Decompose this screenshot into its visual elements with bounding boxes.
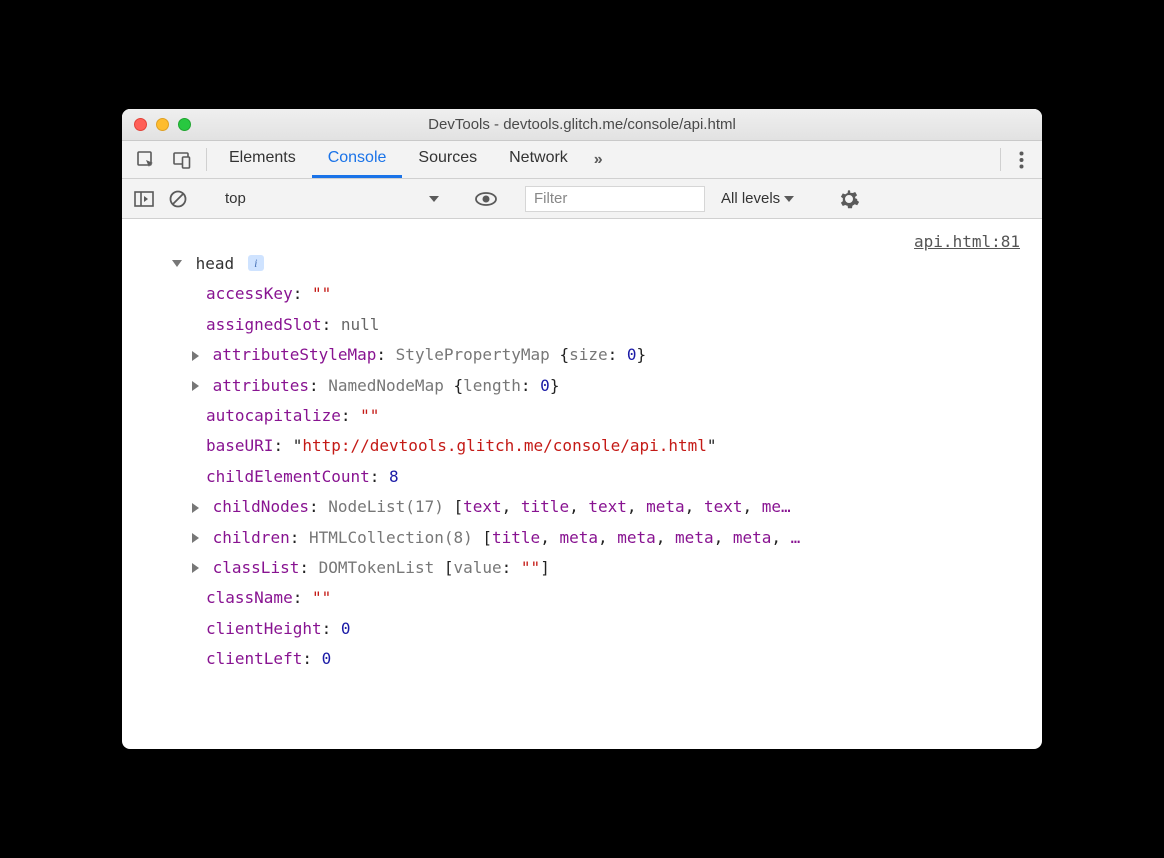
- prop-key: className: [206, 588, 293, 607]
- prop-row[interactable]: className: "": [142, 583, 1022, 613]
- prop-row[interactable]: clientHeight: 0: [142, 614, 1022, 644]
- prop-row[interactable]: childElementCount: 8: [142, 462, 1022, 492]
- prop-type: HTMLCollection(8): [309, 528, 473, 547]
- inspect-element-icon[interactable]: [128, 141, 164, 178]
- context-selector[interactable]: top: [217, 190, 447, 207]
- prop-type: StylePropertyMap: [396, 345, 550, 364]
- expand-arrow-icon[interactable]: [192, 351, 199, 361]
- main-tabbar: Elements Console Sources Network »: [122, 141, 1042, 179]
- minimize-window-button[interactable]: [156, 118, 169, 131]
- clear-console-icon[interactable]: [164, 185, 192, 213]
- logged-object: head i accessKey: "" assignedSlot: null …: [142, 249, 1022, 674]
- prop-key: clientLeft: [206, 649, 302, 668]
- filter-input[interactable]: [525, 186, 705, 212]
- prop-key: baseURI: [206, 436, 273, 455]
- prop-key: attributeStyleMap: [213, 345, 377, 364]
- context-value: top: [225, 190, 246, 207]
- tab-console[interactable]: Console: [312, 141, 403, 178]
- window-title: DevTools - devtools.glitch.me/console/ap…: [122, 116, 1042, 133]
- expand-arrow-icon[interactable]: [192, 381, 199, 391]
- prop-row[interactable]: assignedSlot: null: [142, 310, 1022, 340]
- panel-tabs: Elements Console Sources Network »: [213, 141, 613, 178]
- expand-arrow-icon[interactable]: [192, 503, 199, 513]
- tab-sources[interactable]: Sources: [402, 141, 493, 178]
- expand-arrow-icon[interactable]: [192, 563, 199, 573]
- prop-row[interactable]: autocapitalize: "": [142, 401, 1022, 431]
- console-output: api.html:81 head i accessKey: "" assigne…: [122, 219, 1042, 749]
- prop-row[interactable]: classList: DOMTokenList [value: ""]: [142, 553, 1022, 583]
- traffic-lights: [134, 118, 191, 131]
- prop-value: "": [312, 284, 331, 303]
- prop-key: autocapitalize: [206, 406, 341, 425]
- tab-network[interactable]: Network: [493, 141, 584, 178]
- prop-key: childNodes: [213, 497, 309, 516]
- prop-key: accessKey: [206, 284, 293, 303]
- prop-type: NodeList(17): [328, 497, 444, 516]
- caret-down-icon: [429, 196, 439, 202]
- prop-value: "": [312, 588, 331, 607]
- prop-row[interactable]: children: HTMLCollection(8) [title, meta…: [142, 523, 1022, 553]
- more-tabs-button[interactable]: »: [584, 141, 613, 178]
- separator: [1000, 148, 1001, 171]
- prop-value: http://devtools.glitch.me/console/api.ht…: [302, 436, 707, 455]
- titlebar: DevTools - devtools.glitch.me/console/ap…: [122, 109, 1042, 141]
- console-toolbar: top All levels: [122, 179, 1042, 219]
- device-toolbar-icon[interactable]: [164, 141, 200, 178]
- prop-value: null: [341, 315, 380, 334]
- prop-key: clientHeight: [206, 619, 322, 638]
- expand-arrow-icon[interactable]: [172, 260, 182, 267]
- live-expression-icon[interactable]: [472, 185, 500, 213]
- close-window-button[interactable]: [134, 118, 147, 131]
- prop-value: 0: [322, 649, 332, 668]
- prop-row[interactable]: accessKey: "": [142, 279, 1022, 309]
- zoom-window-button[interactable]: [178, 118, 191, 131]
- devtools-window: DevTools - devtools.glitch.me/console/ap…: [122, 109, 1042, 749]
- prop-key: childElementCount: [206, 467, 370, 486]
- prop-type: NamedNodeMap: [328, 376, 444, 395]
- source-link[interactable]: api.html:81: [914, 227, 1020, 257]
- toggle-sidebar-icon[interactable]: [130, 185, 158, 213]
- prop-row[interactable]: attributes: NamedNodeMap {length: 0}: [142, 371, 1022, 401]
- console-settings-icon[interactable]: [829, 189, 869, 209]
- prop-type: DOMTokenList: [319, 558, 435, 577]
- object-root-row[interactable]: head i: [142, 249, 1022, 279]
- caret-down-icon: [784, 196, 794, 202]
- expand-arrow-icon[interactable]: [192, 533, 199, 543]
- info-icon[interactable]: i: [248, 255, 264, 271]
- tab-elements[interactable]: Elements: [213, 141, 312, 178]
- prop-key: assignedSlot: [206, 315, 322, 334]
- object-name: head: [196, 254, 235, 273]
- separator: [206, 148, 207, 171]
- prop-key: attributes: [213, 376, 309, 395]
- prop-value: "": [360, 406, 379, 425]
- prop-key: classList: [213, 558, 300, 577]
- log-levels-selector[interactable]: All levels: [711, 190, 804, 207]
- prop-row[interactable]: clientLeft: 0: [142, 644, 1022, 674]
- prop-value: 0: [341, 619, 351, 638]
- levels-label: All levels: [721, 190, 780, 207]
- prop-row[interactable]: attributeStyleMap: StylePropertyMap {siz…: [142, 340, 1022, 370]
- prop-value: 8: [389, 467, 399, 486]
- kebab-menu-icon[interactable]: [1007, 141, 1036, 178]
- prop-key: children: [213, 528, 290, 547]
- prop-row[interactable]: baseURI: "http://devtools.glitch.me/cons…: [142, 431, 1022, 461]
- prop-row[interactable]: childNodes: NodeList(17) [text, title, t…: [142, 492, 1022, 522]
